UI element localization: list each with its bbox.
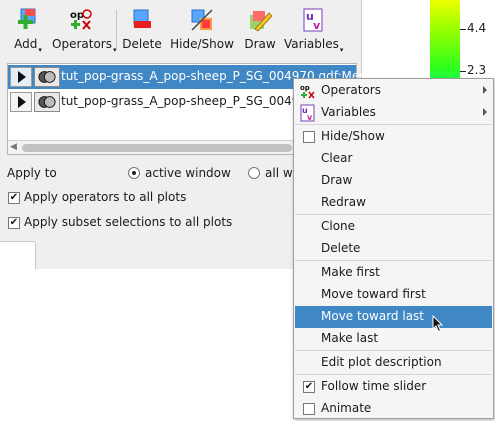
scrollbar-thumb[interactable]: [22, 144, 292, 152]
add-plot-icon: [18, 8, 36, 29]
scroll-left-icon[interactable]: ◀: [10, 142, 17, 152]
variables-icon: u v: [303, 8, 323, 32]
menu-item-label: Make last: [321, 331, 379, 345]
delete-button[interactable]: Delete: [120, 7, 164, 55]
menu-item-label: Delete: [321, 241, 361, 255]
apply-subset-label: Apply subset selections to all plots: [24, 215, 233, 229]
variables-label: Variables: [284, 37, 339, 51]
menu-item-make-first[interactable]: Make first: [295, 262, 492, 284]
colorbar-tick-label: 2.3: [467, 63, 487, 77]
menu-item-move-toward-first[interactable]: Move toward first: [295, 284, 492, 306]
hide-show-icon: [191, 9, 213, 31]
menu-item-label: Make first: [321, 265, 380, 279]
menu-separator: [295, 350, 492, 351]
plot-context-menu: op Operators u v Variables Hide/Show Cle…: [293, 78, 494, 419]
operators-icon: op: [300, 84, 315, 99]
variables-button[interactable]: u v Variables▾: [284, 7, 343, 55]
delete-icon: [133, 9, 151, 28]
colorbar-tick: [460, 29, 466, 30]
hide-show-button[interactable]: Hide/Show: [170, 7, 234, 55]
menu-item-hide-show[interactable]: Hide/Show: [295, 126, 492, 148]
apply-subset-checkbox[interactable]: [8, 217, 20, 229]
menu-item-operators[interactable]: op Operators: [295, 80, 492, 102]
submenu-arrow-icon: [483, 86, 487, 94]
mesh-plot-icon: [34, 92, 60, 112]
menu-item-label: Animate: [321, 401, 372, 415]
apply-operators-label: Apply operators to all plots: [24, 190, 187, 204]
add-label: Add: [14, 37, 38, 51]
menu-item-draw[interactable]: Draw: [295, 170, 492, 192]
submenu-arrow-icon: [483, 108, 487, 116]
menu-separator: [295, 374, 492, 375]
apply-to-label: Apply to: [7, 166, 57, 180]
hide-show-checkbox[interactable]: [303, 131, 315, 143]
follow-time-slider-checkbox[interactable]: [303, 381, 315, 393]
menu-item-animate[interactable]: Animate: [295, 398, 492, 420]
menu-item-label: Operators: [321, 83, 381, 97]
menu-item-label: Redraw: [321, 195, 366, 209]
mesh-plot-icon: [34, 67, 60, 87]
menu-separator: [295, 260, 492, 261]
menu-item-label: Hide/Show: [321, 129, 385, 143]
svg-text:op: op: [70, 10, 84, 21]
operators-icon: op: [70, 9, 92, 30]
menu-item-follow-time-slider[interactable]: Follow time slider: [295, 376, 492, 398]
menu-item-clone[interactable]: Clone: [295, 216, 492, 238]
menu-separator: [295, 124, 492, 125]
operators-label: Operators: [52, 37, 112, 51]
menu-item-label: Variables: [321, 105, 376, 119]
svg-text:v: v: [313, 19, 321, 32]
menu-item-make-last[interactable]: Make last: [295, 328, 492, 350]
menu-item-label: Edit plot description: [321, 355, 442, 369]
draw-pencil-icon: [250, 11, 273, 32]
notepad-tab[interactable]: [0, 241, 36, 269]
all-windows-radio[interactable]: [248, 167, 260, 179]
menu-item-label: Move toward last: [321, 309, 425, 323]
svg-text:op: op: [300, 84, 310, 92]
menu-item-label: Clone: [321, 219, 356, 233]
plot-toolbar: Add▾ op Operators▾ Delete Hide/Show Draw…: [0, 0, 362, 58]
menu-separator: [295, 214, 492, 215]
menu-item-label: Draw: [321, 173, 353, 187]
menu-item-clear[interactable]: Clear: [295, 148, 492, 170]
menu-item-label: Follow time slider: [321, 379, 427, 393]
draw-button[interactable]: Draw: [240, 7, 280, 55]
menu-item-redraw[interactable]: Redraw: [295, 192, 492, 214]
menu-item-move-toward-last[interactable]: Move toward last: [295, 306, 492, 328]
active-window-label: active window: [145, 166, 231, 180]
colorbar-tick-label: 4.4: [467, 21, 487, 35]
menu-item-label: Move toward first: [321, 287, 426, 301]
mouse-pointer-icon: [432, 315, 444, 333]
menu-item-edit-plot-description[interactable]: Edit plot description: [295, 352, 492, 374]
expand-arrow-icon[interactable]: [10, 67, 32, 87]
operators-button[interactable]: op Operators▾: [52, 7, 116, 55]
delete-label: Delete: [122, 37, 162, 51]
apply-operators-checkbox[interactable]: [8, 192, 20, 204]
toolbar-divider: [116, 10, 117, 50]
menu-item-variables[interactable]: u v Variables: [295, 102, 492, 124]
expand-arrow-icon[interactable]: [10, 92, 32, 112]
animate-checkbox[interactable]: [303, 403, 315, 415]
colorbar-tick: [460, 71, 466, 72]
add-button[interactable]: Add▾: [6, 7, 50, 55]
hide-show-label: Hide/Show: [170, 37, 234, 51]
menu-item-label: Clear: [321, 151, 353, 165]
variables-icon: u v: [300, 104, 315, 122]
draw-label: Draw: [244, 37, 276, 51]
svg-text:v: v: [307, 113, 313, 122]
active-window-radio[interactable]: [128, 167, 140, 179]
menu-item-delete[interactable]: Delete: [295, 238, 492, 260]
